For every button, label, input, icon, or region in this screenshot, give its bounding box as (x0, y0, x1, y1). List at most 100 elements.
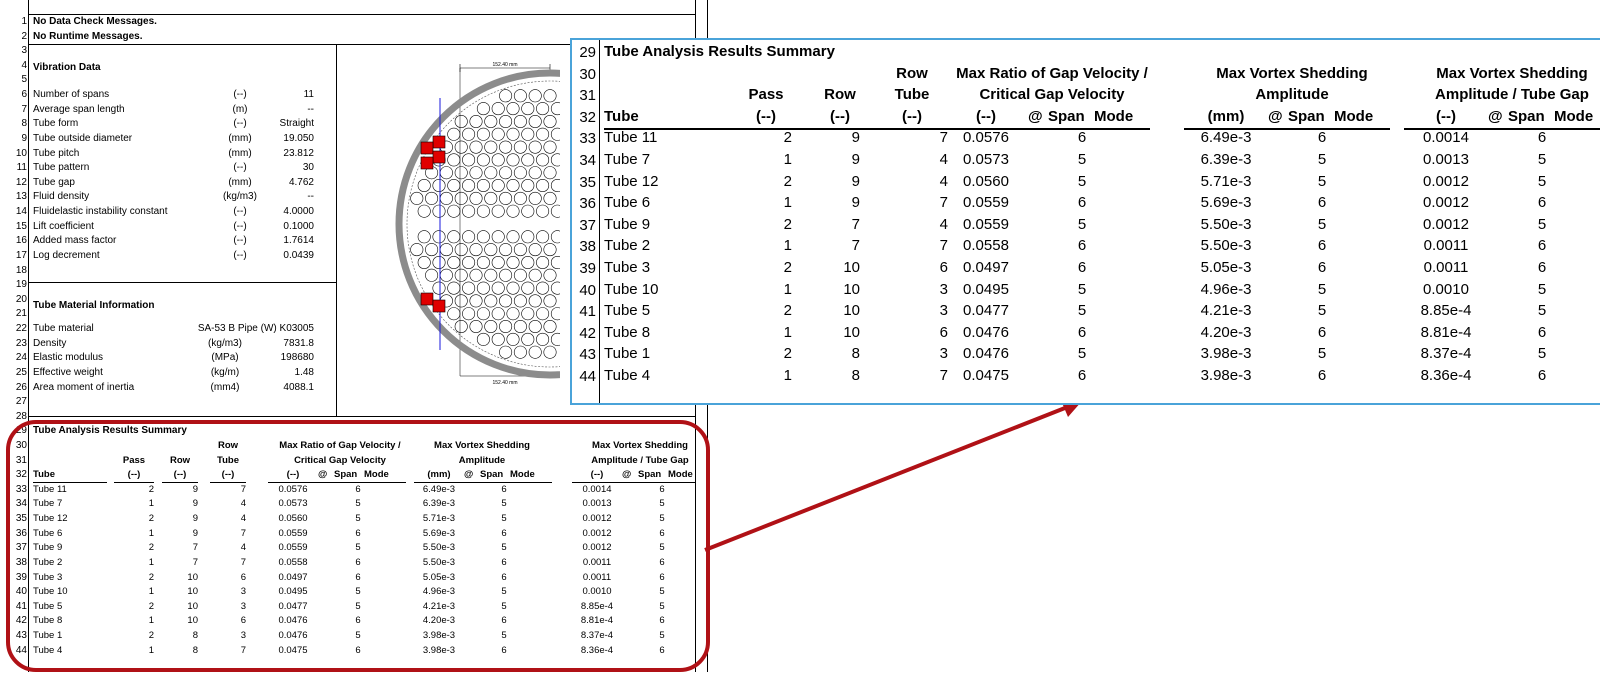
cell-tube: Tube 11 (604, 129, 658, 147)
cell-ratio-span: 6 (1077, 237, 1087, 255)
cell-gap-span: 6 (1537, 194, 1547, 212)
cell-gap: 8.85e-4 (1420, 302, 1472, 320)
cell-ratio: 0.0477 (963, 302, 1009, 320)
cell-ratio: 0.0475 (963, 367, 1009, 384)
cell-row: 10 (843, 323, 860, 341)
col-header-row-unit: (--) (830, 107, 850, 125)
cell-gap: 0.0012 (1423, 172, 1469, 190)
cell-row: 10 (843, 302, 860, 320)
cell-ratio-span: 5 (1077, 151, 1087, 168)
cell-gap: 8.81e-4 (1420, 323, 1472, 341)
cell-ratio-span: 6 (1077, 367, 1087, 384)
col-header-amp-at: @ (1268, 107, 1283, 125)
cell-gap: 0.0012 (1423, 215, 1469, 233)
cell-tube: Tube 7 (604, 151, 651, 168)
cell-gap-span: 5 (1537, 280, 1547, 298)
cell-gap-span: 6 (1537, 237, 1547, 255)
cell-pass: 2 (783, 129, 792, 147)
cell-row: 7 (851, 215, 860, 233)
cell-ratio-span: 6 (1077, 259, 1087, 276)
cell-amp: 4.20e-3 (1200, 323, 1252, 341)
cell-tube: Tube 1 (604, 345, 651, 363)
cell-gap: 8.36e-4 (1420, 367, 1472, 384)
cell-ratio-span: 5 (1077, 215, 1087, 233)
cell-pass: 2 (783, 215, 792, 233)
col-header-ratio: Max Ratio of Gap Velocity / (956, 64, 1148, 82)
col-header-rowtube-unit: (--) (902, 107, 922, 125)
cell-amp-span: 5 (1317, 172, 1327, 190)
zoom-row-number: 30 (579, 65, 596, 83)
cell-rowtube: 3 (939, 345, 948, 363)
zoom-row-number: 32 (579, 108, 596, 126)
cell-amp-span: 6 (1317, 259, 1327, 276)
cell-ratio-span: 6 (1077, 323, 1087, 341)
zoom-row-number: 35 (579, 173, 596, 191)
cell-pass: 1 (783, 280, 792, 298)
cell-ratio: 0.0495 (963, 280, 1009, 298)
cell-amp: 4.21e-3 (1200, 302, 1252, 320)
cell-pass: 1 (783, 323, 792, 341)
zoom-row-number: 44 (579, 368, 596, 385)
cell-rowtube: 4 (939, 172, 948, 190)
cell-ratio: 0.0497 (963, 259, 1009, 276)
cell-row: 9 (851, 129, 860, 147)
cell-amp-span: 6 (1317, 129, 1327, 147)
zoom-row-number: 33 (579, 130, 596, 148)
cell-rowtube: 4 (939, 215, 948, 233)
cell-tube: Tube 6 (604, 194, 651, 212)
cell-amp-span: 6 (1317, 237, 1327, 255)
cell-amp: 6.39e-3 (1200, 151, 1252, 168)
col-header-gap-mode: Mode (1554, 107, 1594, 125)
cell-amp: 6.49e-3 (1200, 129, 1252, 147)
cell-pass: 1 (783, 194, 792, 212)
cell-amp: 5.50e-3 (1200, 215, 1252, 233)
zoom-gridline (599, 40, 600, 403)
cell-ratio: 0.0476 (963, 323, 1009, 341)
cell-row: 9 (851, 194, 860, 212)
cell-ratio-span: 5 (1077, 280, 1087, 298)
cell-amp: 5.50e-3 (1200, 237, 1252, 255)
cell-amp-span: 6 (1317, 323, 1327, 341)
cell-gap-span: 5 (1537, 151, 1547, 168)
cell-pass: 1 (783, 367, 792, 384)
cell-pass: 2 (783, 302, 792, 320)
cell-amp-span: 5 (1317, 215, 1327, 233)
cell-rowtube: 7 (939, 237, 948, 255)
col-header-ratio-at: @ (1028, 107, 1043, 125)
cell-ratio-span: 5 (1077, 172, 1087, 190)
cell-ratio: 0.0559 (963, 194, 1009, 212)
cell-ratio: 0.0576 (963, 129, 1009, 147)
cell-rowtube: 6 (939, 323, 948, 341)
cell-ratio-span: 6 (1077, 194, 1087, 212)
cell-tube: Tube 5 (604, 302, 651, 320)
cell-rowtube: 6 (939, 259, 948, 276)
zoom-row-number: 36 (579, 195, 596, 213)
cell-pass: 1 (783, 151, 792, 168)
cell-tube: Tube 8 (604, 323, 651, 341)
cell-ratio: 0.0476 (963, 345, 1009, 363)
zoom-row-number: 43 (579, 346, 596, 364)
cell-gap: 0.0010 (1423, 280, 1469, 298)
cell-ratio-span: 5 (1077, 302, 1087, 320)
cell-amp-span: 5 (1317, 302, 1327, 320)
cell-gap-span: 6 (1537, 129, 1547, 147)
cell-tube: Tube 10 (604, 280, 659, 298)
cell-ratio: 0.0559 (963, 215, 1009, 233)
col-header-gap-2: Amplitude / Tube Gap (1435, 86, 1589, 104)
cell-pass: 2 (783, 172, 792, 190)
cell-gap: 0.0011 (1423, 259, 1469, 276)
cell-gap-span: 5 (1537, 172, 1547, 190)
cell-gap-span: 5 (1537, 345, 1547, 363)
cell-row: 9 (851, 172, 860, 190)
col-header-gap: Max Vortex Shedding (1436, 64, 1588, 82)
cell-amp: 4.96e-3 (1200, 280, 1252, 298)
cell-amp: 3.98e-3 (1200, 345, 1252, 363)
cell-gap-span: 6 (1537, 323, 1547, 341)
cell-amp-span: 6 (1317, 194, 1327, 212)
cell-ratio: 0.0558 (963, 237, 1009, 255)
zoom-row-number: 41 (579, 303, 596, 321)
col-header-ratio-unit: (--) (976, 107, 996, 125)
cell-amp-span: 5 (1317, 345, 1327, 363)
col-header-rowtube-2: Tube (894, 86, 930, 104)
zoom-row-number: 31 (579, 87, 596, 105)
